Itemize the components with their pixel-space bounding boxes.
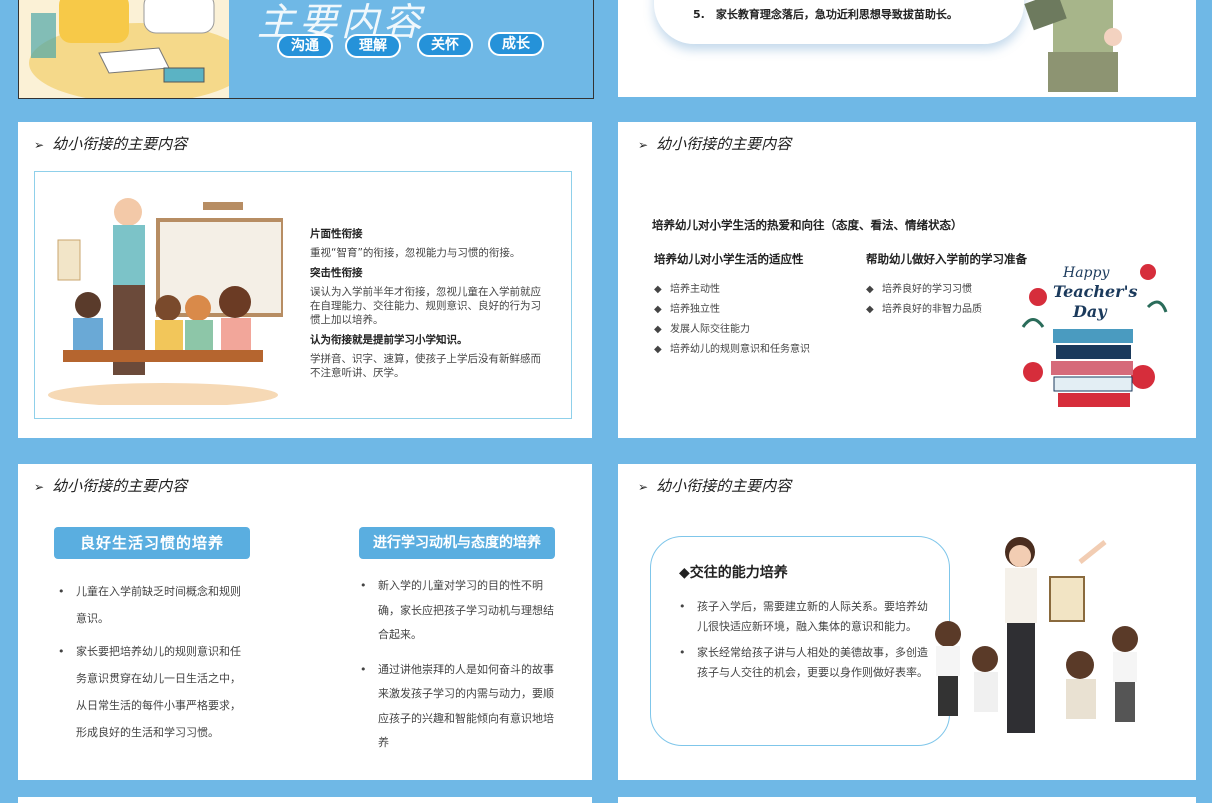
mother-illustration	[1008, 0, 1148, 97]
slide5-heading: ➢ 幼小衔接的主要内容	[34, 475, 187, 496]
right-column-title: 帮助幼儿做好入学前的学习准备	[866, 252, 1027, 266]
tag-understand: 理解	[345, 34, 401, 58]
slide-1: 主要内容 沟通 理解 关怀 成长	[18, 0, 594, 99]
reading-illustration	[19, 0, 249, 98]
left-list: ◆ 培养主动性 ◆ 培养独立性 ◆ 发展人际交往能力 ◆ 培养幼儿的规则意识和任务意识	[652, 280, 810, 360]
bullet-dot-icon: •	[58, 645, 65, 658]
slide3-heading: ➢ 幼小衔接的主要内容	[34, 133, 187, 154]
diamond-icon: ◆	[866, 284, 874, 295]
bullet-dot-icon: •	[360, 662, 367, 676]
teachers-day-logo: Happy Teacher's Day	[1018, 257, 1170, 417]
arrow-icon: ➢	[638, 138, 649, 152]
slide-5: ➢ 幼小衔接的主要内容 良好生活习惯的培养 • 儿童在入学前缺乏时间概念和规则意识。…	[18, 464, 592, 780]
card-title: ◆交往的能力培养	[679, 565, 788, 581]
diamond-icon: ◆	[654, 324, 662, 335]
list-item: • 家长要把培养幼儿的规则意识和任务意识贯穿在幼儿一日生活之中，从日常生活的每件小…	[58, 638, 248, 746]
diamond-icon: ◆	[866, 304, 874, 315]
list-item: • 家长经常给孩子讲与人相处的美德故事，多创造孩子与人交往的机会，更要以身作则做好…	[679, 643, 929, 683]
list-item: ◆ 培养良好的非智力品质	[864, 300, 982, 320]
point2-title: 突击性衔接	[310, 267, 363, 279]
bullet-dot-icon: •	[58, 585, 65, 598]
list-item: ◆ 发展人际交往能力	[652, 320, 810, 340]
card-bullets: • 孩子入学后，需要建立新的人际关系。要培养幼儿很快适应新环境，融入集体的意识和能…	[679, 597, 929, 683]
next-slide-edge-left	[18, 797, 592, 803]
teacher-children-illustration	[930, 532, 1150, 752]
left-bullets: • 儿童在入学前缺乏时间概念和规则意识。 • 家长要把培养幼儿的规则意识和任务意识贯…	[58, 578, 248, 746]
badge-life-habits: 良好生活习惯的培养	[54, 527, 250, 559]
slide-4: ➢ 幼小衔接的主要内容 培养幼儿对小学生活的热爱和向往（态度、看法、情绪状态） 培…	[618, 122, 1196, 438]
tag-communicate: 沟通	[277, 34, 333, 58]
svg-text:Happy: Happy	[1062, 265, 1110, 281]
right-bullets: • 新入学的儿童对学习的目的性不明确，家长应把孩子学习动机与理想结合起来。 • 通过…	[360, 574, 555, 756]
point2-text: 误认为入学前半年才衔接，忽视儿童在入学前就应在自理能力、交往能力、规则意识、良好…	[310, 286, 541, 326]
slide-2: 5. 家长教育理念落后，急功近利思想导致拔苗助长。	[618, 0, 1196, 97]
slide2-item5: 5. 家长教育理念落后，急功近利思想导致拔苗助长。	[693, 8, 958, 21]
slide-6: ➢ 幼小衔接的主要内容 ◆交往的能力培养 • 孩子入学后，需要建立新的人际关系。要培…	[618, 464, 1196, 780]
list-item: • 新入学的儿童对学习的目的性不明确，家长应把孩子学习动机与理想结合起来。	[360, 574, 555, 648]
point3-text: 学拼音、识字、速算，使孩子上学后没有新鲜感而不注意听讲、厌学。	[310, 353, 541, 379]
slide4-heading: ➢ 幼小衔接的主要内容	[638, 133, 791, 154]
diamond-icon: ◆	[654, 284, 662, 295]
slide-3: ➢ 幼小衔接的主要内容 片面性衔接 重视“智育”的衔接，忽视能力与习惯的衔接。 …	[18, 122, 592, 438]
point1-title: 片面性衔接	[310, 228, 363, 240]
list-item: • 儿童在入学前缺乏时间概念和规则意识。	[58, 578, 248, 632]
tag-growth: 成长	[488, 32, 544, 56]
slide4-heading-text: 幼小衔接的主要内容	[656, 135, 792, 153]
teacher-classroom-illustration	[43, 190, 285, 407]
slide6-heading-text: 幼小衔接的主要内容	[656, 477, 792, 495]
point1-text: 重视“智育”的衔接，忽视能力与习惯的衔接。	[310, 247, 521, 259]
next-slide-edge-right	[618, 797, 1196, 803]
slide5-heading-text: 幼小衔接的主要内容	[52, 477, 188, 495]
list-item: • 通过讲他崇拜的人是如何奋斗的故事来激发孩子学习的内需与动力，要顺应孩子的兴趣和…	[360, 658, 555, 756]
slide4-top-text: 培养幼儿对小学生活的热爱和向往（态度、看法、情绪状态）	[652, 218, 963, 232]
tag-care: 关怀	[417, 33, 473, 57]
left-column-title: 培养幼儿对小学生活的适应性	[654, 252, 804, 266]
list-item: ◆ 培养独立性	[652, 300, 810, 320]
diamond-icon: ◆	[654, 304, 662, 315]
list-item: ◆ 培养良好的学习习惯	[864, 280, 982, 300]
point3-title: 认为衔接就是提前学习小学知识。	[310, 334, 468, 346]
arrow-icon: ➢	[638, 480, 649, 494]
svg-text:Teacher's: Teacher's	[1053, 282, 1138, 301]
bullet-dot-icon: •	[679, 600, 686, 613]
social-skills-card: ◆交往的能力培养 • 孩子入学后，需要建立新的人际关系。要培养幼儿很快适应新环境，…	[650, 536, 950, 746]
text-column: 片面性衔接 重视“智育”的衔接，忽视能力与习惯的衔接。 突击性衔接 误认为入学前…	[310, 227, 550, 380]
slide3-heading-text: 幼小衔接的主要内容	[52, 135, 188, 153]
list-item: ◆ 培养主动性	[652, 280, 810, 300]
arrow-icon: ➢	[34, 480, 45, 494]
diamond-icon: ◆	[654, 344, 662, 355]
bullet-dot-icon: •	[679, 646, 686, 659]
arrow-icon: ➢	[34, 138, 45, 152]
list-item: ◆ 培养幼儿的规则意识和任务意识	[652, 340, 810, 360]
content-box: 片面性衔接 重视“智育”的衔接，忽视能力与习惯的衔接。 突击性衔接 误认为入学前…	[34, 171, 572, 419]
bullet-dot-icon: •	[360, 579, 367, 592]
slide6-heading: ➢ 幼小衔接的主要内容	[638, 475, 791, 496]
svg-text:Day: Day	[1072, 302, 1108, 321]
badge-learning-motivation: 进行学习动机与态度的培养	[359, 527, 555, 559]
list-item: • 孩子入学后，需要建立新的人际关系。要培养幼儿很快适应新环境，融入集体的意识和能…	[679, 597, 929, 637]
right-list: ◆ 培养良好的学习习惯 ◆ 培养良好的非智力品质	[864, 280, 982, 320]
